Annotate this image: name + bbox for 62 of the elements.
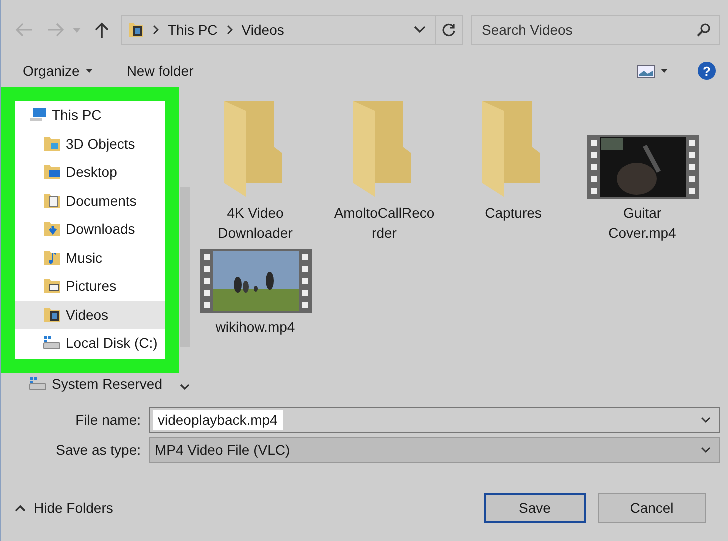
up-arrow-icon[interactable]	[95, 22, 109, 38]
folder-icon	[43, 192, 61, 209]
landscape-icon	[637, 64, 655, 78]
cancel-button[interactable]: Cancel	[598, 493, 706, 523]
chevron-down-icon[interactable]	[180, 384, 190, 391]
file-name: Guitar Cover.mp4	[608, 204, 678, 243]
field-label: File name:	[74, 412, 141, 428]
file-name: AmoltoCallRecorder	[333, 204, 436, 243]
field-value: videoplayback.mp4	[153, 410, 283, 430]
folder-tree-item[interactable]: Videos	[15, 300, 165, 329]
field-label: Save as type:	[55, 442, 141, 458]
folder-tree-item[interactable]: Music	[15, 244, 165, 272]
breadcrumb-item[interactable]: Videos	[242, 22, 284, 38]
hide-folders-button[interactable]: Hide Folders	[15, 500, 114, 516]
file-item[interactable]: wikihow.mp4	[191, 247, 320, 337]
folder-tree-item[interactable]: Downloads	[15, 215, 165, 244]
drive-icon	[29, 376, 47, 392]
file-item[interactable]: Captures	[449, 99, 578, 243]
help-button[interactable]: ?	[698, 62, 716, 80]
folder-icon	[43, 136, 61, 152]
folder-tree-item[interactable]: Documents	[15, 186, 165, 215]
file-name: wikihow.mp4	[214, 318, 296, 337]
caret-icon	[86, 69, 93, 73]
organize-button[interactable]: Organize	[23, 63, 93, 79]
search-input[interactable]: Search Videos	[480, 21, 697, 39]
folder-icon	[43, 306, 61, 323]
new-folder-button[interactable]: New folder	[126, 63, 194, 79]
folder-tree-item[interactable]: Local Disk (C:)	[15, 329, 165, 358]
address-bar[interactable]: This PC Videos	[121, 15, 463, 45]
file-name: Captures	[484, 204, 543, 223]
folder-icon	[43, 250, 61, 266]
folder-tree-item[interactable]: 3D Objects	[15, 130, 165, 158]
folder-tree-item[interactable]: Pictures	[15, 272, 165, 300]
folder-tree-item[interactable]: System Reserved	[1, 372, 179, 395]
save-button[interactable]: Save	[484, 493, 586, 523]
file-item[interactable]: 4K Video Downloader	[191, 99, 320, 243]
chevron-right-icon	[153, 25, 159, 35]
folder-icon	[43, 221, 61, 238]
breadcrumb-item[interactable]: This PC	[168, 22, 218, 38]
file-item[interactable]: AmoltoCallRecorder	[320, 99, 449, 243]
caret-icon	[661, 69, 668, 73]
chevron-right-icon	[226, 25, 233, 35]
folder-tree-item[interactable]: Desktop	[15, 158, 165, 186]
video-folder-icon	[128, 22, 144, 38]
file-name: 4K Video Downloader	[217, 204, 294, 243]
folder-icon	[43, 164, 61, 180]
drive-icon	[43, 335, 61, 352]
file-item[interactable]: Guitar Cover.mp4	[578, 99, 707, 243]
search-field[interactable]: Search Videos	[471, 15, 720, 45]
chevron-down-icon[interactable]	[701, 416, 711, 424]
file-type-dropdown[interactable]: MP4 Video File (VLC)	[149, 437, 720, 463]
view-button[interactable]	[637, 64, 668, 78]
chevron-up-icon	[15, 504, 26, 512]
file-name-field[interactable]: videoplayback.mp4	[149, 407, 720, 433]
folder-icon	[43, 278, 61, 294]
computer-icon	[29, 107, 47, 124]
scrollbar-thumb[interactable]	[180, 187, 190, 347]
search-icon	[697, 23, 711, 37]
folder-tree-item[interactable]: This PC	[15, 101, 165, 130]
chevron-down-icon	[701, 446, 711, 454]
refresh-icon	[442, 23, 456, 37]
chevron-down-icon[interactable]	[414, 26, 426, 34]
